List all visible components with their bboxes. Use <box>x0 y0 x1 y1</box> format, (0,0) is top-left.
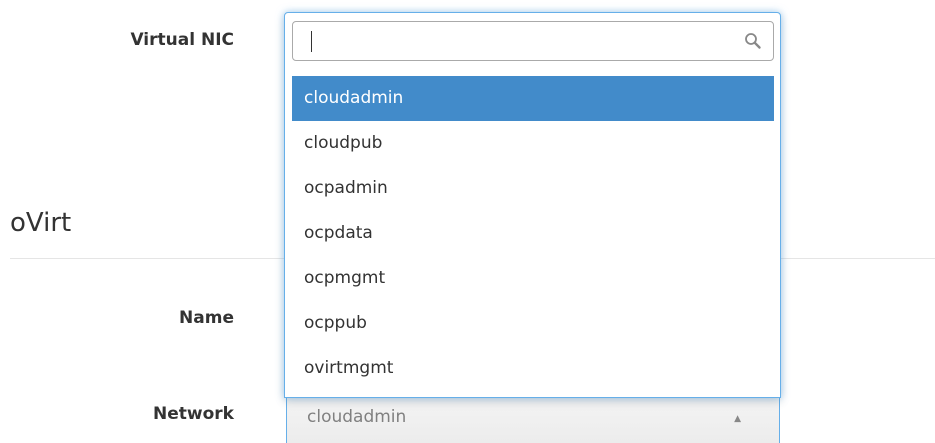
page: Virtual NIC oVirt Name Network cloudadmi… <box>0 0 935 443</box>
dropdown-option[interactable]: cloudadmin <box>292 76 774 121</box>
network-dropdown: cloudadmin cloudpub ocpadmin ocpdata ocpmgmt… <box>284 12 781 398</box>
search-icon <box>745 33 761 49</box>
dropdown-option[interactable]: ocpadmin <box>292 166 774 211</box>
virtual-nic-label: Virtual NIC <box>130 30 234 50</box>
section-title: oVirt <box>10 208 72 238</box>
network-select-value: cloudadmin <box>307 407 407 427</box>
text-cursor <box>311 31 312 52</box>
network-label: Network <box>153 404 234 424</box>
dropdown-search-input[interactable] <box>301 26 735 58</box>
dropdown-options-list: cloudadmin cloudpub ocpadmin ocpdata ocpmgmt… <box>292 76 774 391</box>
dropdown-option[interactable]: ocpdata <box>292 211 774 256</box>
dropdown-option[interactable]: ocppub <box>292 301 774 346</box>
dropdown-option[interactable]: cloudpub <box>292 121 774 166</box>
dropdown-option[interactable]: ocpmgmt <box>292 256 774 301</box>
dropdown-search-box[interactable] <box>292 21 774 61</box>
dropdown-option[interactable]: ovirtmgmt <box>292 346 774 391</box>
network-select[interactable]: cloudadmin ▲ <box>286 397 780 443</box>
caret-up-icon: ▲ <box>734 414 741 424</box>
name-label: Name <box>179 308 234 328</box>
